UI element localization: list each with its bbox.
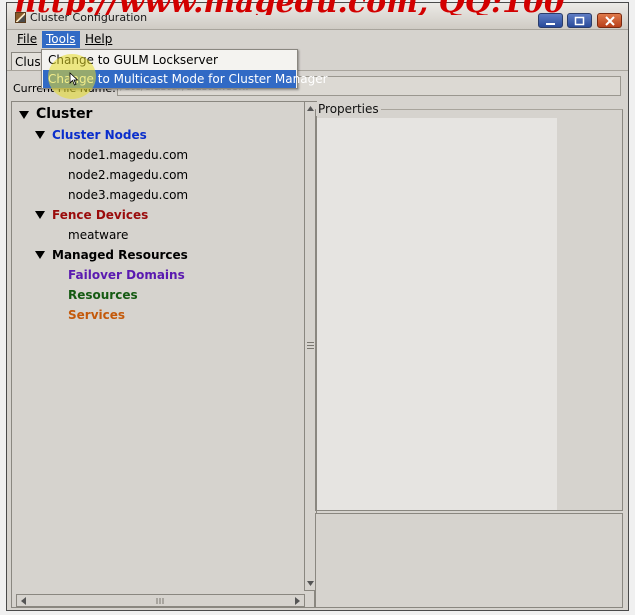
tree-label-node1: node1.magedu.com bbox=[68, 148, 189, 162]
menu-tools-label: Tools bbox=[46, 32, 76, 46]
tree-item-managed-resources[interactable]: Managed Resources bbox=[12, 246, 302, 266]
menu-tools[interactable]: Tools bbox=[42, 31, 80, 48]
tree-label-managed-resources: Managed Resources bbox=[52, 248, 188, 262]
close-button[interactable] bbox=[597, 13, 622, 28]
scroll-down-icon[interactable] bbox=[306, 578, 315, 589]
maximize-button[interactable] bbox=[567, 13, 592, 28]
tree-horizontal-scrollbar[interactable] bbox=[16, 594, 305, 607]
cursor-arrow-icon bbox=[69, 72, 79, 86]
expand-triangle-icon[interactable] bbox=[35, 131, 45, 139]
properties-area bbox=[317, 118, 557, 510]
menu-file[interactable]: File bbox=[13, 31, 41, 48]
cluster-config-window: Cluster Configuration http://www.magedu.… bbox=[6, 0, 630, 611]
tree-item-cluster-nodes[interactable]: Cluster Nodes bbox=[12, 126, 302, 146]
action-panel bbox=[315, 513, 623, 608]
tree-item-node1[interactable]: node1.magedu.com bbox=[12, 146, 302, 166]
tree-item-node3[interactable]: node3.magedu.com bbox=[12, 186, 302, 206]
tree-label-node2: node2.magedu.com bbox=[68, 168, 189, 182]
tree-item-resources[interactable]: Resources bbox=[12, 286, 302, 306]
tree-item-cluster[interactable]: Cluster bbox=[12, 106, 302, 126]
tree-label-cluster-nodes: Cluster Nodes bbox=[52, 128, 147, 142]
tree-item-node2[interactable]: node2.magedu.com bbox=[12, 166, 302, 186]
tree-label-node3: node3.magedu.com bbox=[68, 188, 189, 202]
cluster-tree-panel: Cluster Cluster Nodes node1.magedu.com n… bbox=[11, 101, 315, 608]
scrollbar-grip[interactable] bbox=[307, 342, 314, 351]
expand-triangle-icon[interactable] bbox=[35, 251, 45, 259]
minimize-icon bbox=[546, 23, 555, 25]
maximize-icon bbox=[574, 16, 585, 26]
tree-label-fence-devices: Fence Devices bbox=[52, 208, 149, 222]
title-bar[interactable]: Cluster Configuration http://www.magedu.… bbox=[7, 0, 630, 30]
watermark-text: http://www.magedu.com, QQ:100 bbox=[15, 0, 630, 15]
tree-label-resources: Resources bbox=[68, 288, 138, 302]
scroll-up-icon[interactable] bbox=[306, 103, 315, 114]
tree-label-meatware: meatware bbox=[68, 228, 129, 242]
tree-label-failover-domains: Failover Domains bbox=[68, 268, 185, 282]
tree-item-failover-domains[interactable]: Failover Domains bbox=[12, 266, 302, 286]
tree-label-services: Services bbox=[68, 308, 126, 322]
tree-item-services[interactable]: Services bbox=[12, 306, 302, 326]
tree-label-cluster: Cluster bbox=[36, 106, 93, 122]
properties-legend: Properties bbox=[316, 102, 381, 116]
scrollbar-h-grip[interactable] bbox=[155, 596, 165, 606]
tree-item-meatware[interactable]: meatware bbox=[12, 226, 302, 246]
menu-file-label: File bbox=[17, 32, 38, 46]
expand-triangle-icon[interactable] bbox=[19, 111, 29, 119]
menu-help-label: Help bbox=[85, 32, 113, 46]
tree-item-fence-devices[interactable]: Fence Devices bbox=[12, 206, 302, 226]
menu-help[interactable]: Help bbox=[81, 31, 116, 48]
minimize-button[interactable] bbox=[538, 13, 563, 28]
scroll-left-icon[interactable] bbox=[19, 596, 28, 606]
scroll-right-icon[interactable] bbox=[293, 596, 302, 606]
menu-bar: File Tools Help bbox=[7, 30, 628, 49]
expand-triangle-icon[interactable] bbox=[35, 211, 45, 219]
close-icon bbox=[605, 16, 615, 26]
